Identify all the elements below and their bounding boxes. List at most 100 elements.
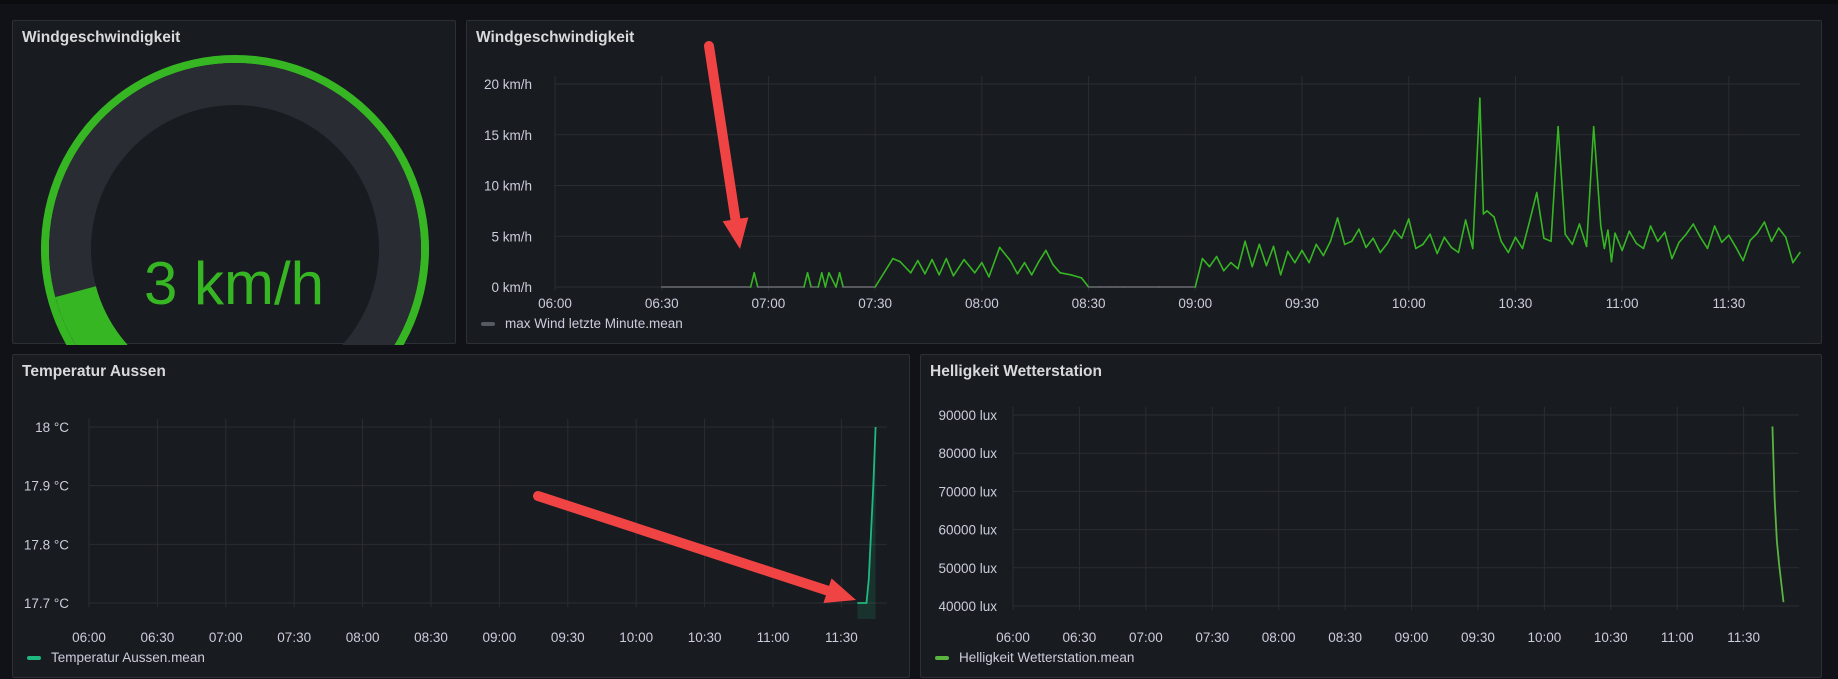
y-tick-label: 17.7 °C	[24, 596, 69, 611]
series-segment	[1379, 242, 1389, 254]
series-segment	[1471, 97, 1481, 250]
wind-chart: 0 km/h 5 km/h 10 km/h 15 km/h 20 km/h 06:00 06…	[484, 76, 1801, 311]
series-segment	[1507, 236, 1517, 254]
x-tick-label: 11:30	[1727, 630, 1760, 645]
series-segment	[1784, 236, 1794, 264]
series-area	[857, 427, 876, 619]
x-tick-label: 06:00	[996, 630, 1030, 645]
x-tick-label: 09:00	[1395, 630, 1429, 645]
brightness-panel[interactable]: Helligkeit Wetterstation 40000 lux 50000 …	[920, 354, 1822, 678]
y-tick-label: 80000 lux	[938, 446, 997, 461]
x-tick-label: 11:00	[1661, 630, 1694, 645]
legend-swatch	[481, 321, 495, 326]
series-segment	[1201, 257, 1211, 268]
y-tick-label: 50000 lux	[938, 561, 997, 576]
series-segment	[1265, 245, 1275, 267]
series-segment	[924, 258, 933, 275]
series-segment	[1649, 225, 1659, 243]
series-segment	[1610, 232, 1616, 263]
series-segment	[1365, 237, 1374, 249]
series-segment	[1500, 240, 1510, 254]
series-segment	[1756, 221, 1766, 235]
x-tick-label: 09:00	[483, 630, 517, 645]
series-segment	[1479, 97, 1485, 215]
series-segment	[899, 260, 912, 274]
series-segment	[1343, 240, 1353, 246]
series-segment	[1692, 223, 1702, 239]
series-segment	[1208, 255, 1218, 268]
series-segment	[1557, 125, 1567, 236]
x-tick-label: 10:00	[1527, 630, 1561, 645]
series-segment	[1037, 249, 1047, 263]
x-tick-label: 08:00	[1262, 630, 1296, 645]
series-segment	[1656, 231, 1666, 243]
x-tick-label: 10:00	[619, 630, 653, 645]
series-segment	[1635, 242, 1645, 250]
series-segment	[1535, 191, 1545, 240]
series-segment	[909, 259, 919, 274]
series-segment	[828, 271, 837, 288]
x-tick-label: 07:00	[209, 630, 243, 645]
series-segment	[749, 271, 756, 288]
series-segment	[1422, 233, 1431, 246]
series-segment	[952, 258, 965, 277]
series-segment	[1322, 240, 1332, 257]
series-segment	[1742, 239, 1751, 262]
series-segment	[1642, 225, 1652, 250]
series-segment	[874, 257, 894, 288]
series-segment	[1699, 236, 1709, 250]
series-segment	[1543, 237, 1552, 243]
series-segment	[1603, 229, 1609, 250]
series-segment	[892, 257, 901, 263]
y-tick-label: 17.8 °C	[24, 537, 69, 552]
series-segment	[1550, 125, 1559, 243]
top-edge	[0, 0, 1838, 4]
series-segment	[1222, 261, 1232, 272]
legend[interactable]: Helligkeit Wetterstation.mean	[935, 650, 1134, 665]
gauge-panel[interactable]: Windgeschwindigkeit 3 km/h	[12, 20, 456, 345]
temperature-panel[interactable]: Temperatur Aussen 17.7 °C 17.8 °C 17.9 °C 1…	[12, 354, 910, 678]
series-segment	[1052, 263, 1061, 274]
series-segment	[1735, 246, 1744, 262]
series-segment	[1443, 236, 1453, 249]
series-segment	[1415, 243, 1424, 250]
legend[interactable]: max Wind letzte Minute.mean	[481, 316, 683, 331]
series-segment	[1336, 217, 1346, 246]
y-tick-label: 5 km/h	[491, 229, 532, 244]
series-segment	[806, 271, 812, 288]
series-segment	[1486, 210, 1495, 218]
series-segment	[1272, 245, 1282, 276]
series-segment	[1628, 230, 1638, 245]
series-segment	[1514, 236, 1524, 250]
y-tick-label: 20 km/h	[484, 77, 532, 92]
x-tick-label: 10:00	[1392, 296, 1426, 311]
x-tick-label: 10:30	[1499, 296, 1533, 311]
wind-timeseries-panel[interactable]: Windgeschwindigkeit 0 km/h 5 km/h 10 km/h 1…	[466, 20, 1822, 344]
series-segment	[981, 261, 990, 278]
series-segment	[1706, 225, 1716, 250]
y-tick-label: 60000 lux	[938, 523, 997, 538]
series-segment	[938, 257, 948, 276]
y-tick-label: 90000 lux	[938, 408, 997, 423]
series-segment	[1592, 125, 1602, 227]
x-tick-label: 09:30	[551, 630, 585, 645]
legend[interactable]: Temperatur Aussen.mean	[27, 650, 205, 665]
series-segment	[803, 271, 809, 288]
x-tick-label: 10:30	[1594, 630, 1628, 645]
x-tick-label: 11:30	[825, 630, 858, 645]
y-tick-label: 40000 lux	[938, 599, 997, 614]
series-segment	[1685, 223, 1695, 236]
x-tick-label: 07:00	[1129, 630, 1163, 645]
series-segment	[1358, 228, 1367, 249]
series-segment	[1400, 218, 1410, 240]
x-tick-label: 09:30	[1461, 630, 1495, 645]
x-tick-label: 08:00	[965, 296, 999, 311]
x-tick-label: 08:00	[346, 630, 380, 645]
legend-label: Temperatur Aussen.mean	[51, 650, 205, 665]
series-segment	[1521, 220, 1531, 250]
x-tick-label: 08:30	[1328, 630, 1362, 645]
series-segment	[1315, 243, 1325, 257]
series-segment	[1294, 249, 1303, 264]
series-segment	[1600, 225, 1606, 250]
series-segment	[931, 258, 940, 276]
